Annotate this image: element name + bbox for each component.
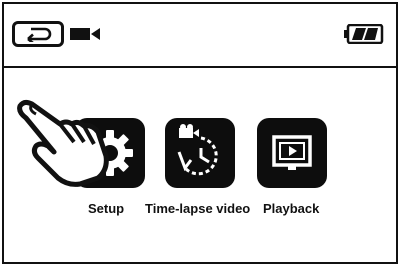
back-button[interactable] bbox=[12, 21, 64, 47]
timelapse-tile[interactable] bbox=[165, 118, 235, 188]
pointing-hand-icon bbox=[17, 99, 109, 187]
timelapse-label: Time-lapse video bbox=[145, 201, 251, 216]
playback-tile[interactable] bbox=[257, 118, 327, 188]
video-camera-icon bbox=[70, 28, 100, 40]
battery-icon bbox=[344, 24, 384, 44]
back-arrow-icon bbox=[27, 27, 52, 42]
menu-item-playback[interactable] bbox=[257, 118, 327, 188]
timelapse-icon bbox=[177, 124, 218, 176]
setup-label: Setup bbox=[88, 201, 125, 216]
menu-item-timelapse[interactable] bbox=[165, 118, 235, 188]
device-screen: Setup Time-lapse video Playback bbox=[2, 2, 398, 264]
status-bar bbox=[4, 4, 396, 68]
playback-label: Playback bbox=[263, 201, 320, 216]
playback-icon bbox=[272, 135, 312, 170]
